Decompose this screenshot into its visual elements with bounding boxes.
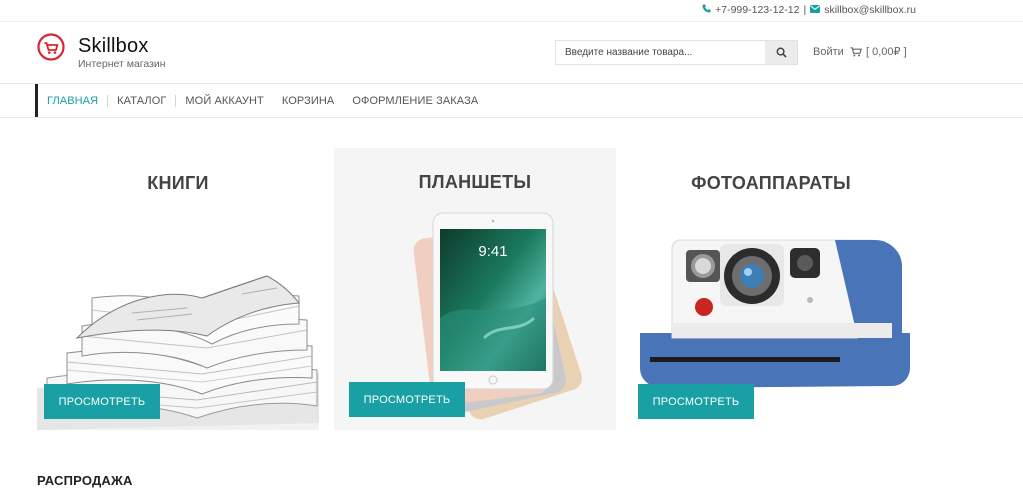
- main-nav: ГЛАВНАЯ КАТАЛОГ МОЙ АККАУНТ КОРЗИНА ОФОР…: [35, 84, 1023, 117]
- search-input[interactable]: [556, 41, 765, 64]
- category-card-cameras[interactable]: ФОТОАППАРАТЫ ПРОСМОТРЕТЬ: [630, 148, 912, 430]
- phone-icon: [702, 4, 711, 16]
- svg-text:9:41: 9:41: [478, 243, 507, 260]
- email-address[interactable]: skillbox@skillbox.ru: [824, 4, 916, 16]
- view-cameras-button[interactable]: ПРОСМОТРЕТЬ: [638, 384, 754, 419]
- site-header: Skillbox Интернет магазин Войти [ 0,00₽ …: [0, 22, 1023, 84]
- cart-link[interactable]: [ 0,00₽ ]: [850, 45, 907, 58]
- cart-icon: [850, 46, 862, 56]
- contacts: +7-999-123-12-12 | skillbox@skillbox.ru: [702, 4, 916, 16]
- top-contact-bar: +7-999-123-12-12 | skillbox@skillbox.ru: [0, 0, 1023, 22]
- brand-tagline: Интернет магазин: [78, 58, 166, 70]
- nav-divider: [0, 117, 1023, 118]
- view-tablets-button[interactable]: ПРОСМОТРЕТЬ: [349, 382, 465, 417]
- search-button[interactable]: [765, 41, 797, 64]
- contacts-divider: |: [803, 4, 807, 16]
- search-icon: [776, 47, 787, 58]
- sale-section-title: РАСПРОДАЖА: [37, 473, 133, 488]
- nav-item-account[interactable]: МОЙ АККАУНТ: [176, 95, 272, 107]
- envelope-icon: [810, 4, 821, 16]
- cart-logo-icon[interactable]: [37, 33, 65, 61]
- category-card-tablets[interactable]: ПЛАНШЕТЫ 9:41 ПРОСМОТРЕТЬ: [334, 148, 616, 430]
- nav-item-catalog[interactable]: КАТАЛОГ: [108, 94, 177, 107]
- login-link[interactable]: Войти: [813, 46, 844, 58]
- phone-number[interactable]: +7-999-123-12-12: [715, 4, 799, 16]
- category-card-books[interactable]: КНИГИ ПРОСМОТРЕТЬ: [37, 148, 319, 430]
- view-books-button[interactable]: ПРОСМОТРЕТЬ: [44, 384, 160, 419]
- nav-item-checkout[interactable]: ОФОРМЛЕНИЕ ЗАКАЗА: [343, 95, 487, 107]
- brand-name[interactable]: Skillbox: [78, 35, 149, 58]
- nav-item-cart[interactable]: КОРЗИНА: [273, 95, 343, 107]
- nav-item-home[interactable]: ГЛАВНАЯ: [38, 94, 109, 107]
- search-form: [555, 40, 798, 65]
- cart-total: [ 0,00₽ ]: [866, 46, 907, 58]
